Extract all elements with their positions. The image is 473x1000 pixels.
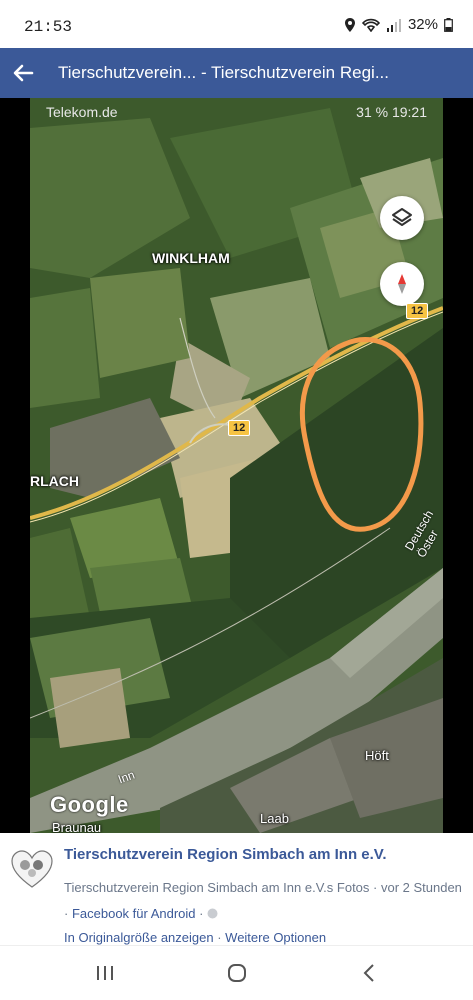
map-label-laab: Laab <box>260 811 289 826</box>
compass-icon <box>398 274 406 294</box>
globe-icon <box>207 908 218 919</box>
app-bar-title: Tierschutzverein... - Tierschutzverein R… <box>58 63 389 82</box>
map-screenshot[interactable]: Telekom.de 31 % 19:21 WINKLHAM RLACH Höf… <box>30 98 443 833</box>
battery-percent: 32% <box>407 16 438 33</box>
map-compass-button[interactable] <box>380 262 424 306</box>
page-name-link[interactable]: Tierschutzverein Region Simbach am Inn e… <box>64 846 387 863</box>
map-label-hoeft: Höft <box>365 748 389 763</box>
map-label-erlach: RLACH <box>30 473 79 489</box>
wifi-icon <box>361 18 380 32</box>
home-icon[interactable] <box>222 960 252 986</box>
status-bar: 21:53 32% <box>0 0 473 48</box>
more-options-link[interactable]: Weitere Optionen <box>225 930 326 945</box>
system-nav-bar <box>0 945 473 1000</box>
google-logo: Google <box>50 792 129 817</box>
meta-separator: · <box>195 906 208 921</box>
carrier-label: Telekom.de <box>46 104 118 120</box>
signal-icon <box>386 18 401 32</box>
back-nav-icon[interactable] <box>355 960 385 986</box>
layers-icon <box>392 208 412 226</box>
view-full-size-link[interactable]: In Originalgröße anzeigen <box>64 930 214 945</box>
road-badge-12-north: 12 <box>406 303 429 319</box>
options-separator: · <box>213 930 226 945</box>
album-link[interactable]: Tierschutzverein Region Simbach am Inn e… <box>64 880 369 895</box>
photo-caption: Tierschutzverein Region Simbach am Inn e… <box>0 833 473 945</box>
map-label-braunau: Braunau <box>52 820 102 833</box>
page-avatar[interactable] <box>10 849 54 889</box>
screenshot-status-right: 31 % 19:21 <box>356 104 427 120</box>
recent-apps-icon[interactable] <box>90 960 120 986</box>
back-arrow-icon[interactable] <box>10 60 36 86</box>
location-icon <box>344 17 355 32</box>
app-bar: Tierschutzverein... - Tierschutzverein R… <box>0 48 473 98</box>
photo-viewer[interactable]: Telekom.de 31 % 19:21 WINKLHAM RLACH Höf… <box>0 98 473 833</box>
road-badge-12-center: 12 <box>228 420 251 436</box>
photo-meta: Tierschutzverein Region Simbach am Inn e… <box>64 875 464 927</box>
photo-options: In Originalgröße anzeigen · Weitere Opti… <box>64 930 326 945</box>
status-time: 21:53 <box>24 18 73 36</box>
map-layers-button[interactable] <box>380 196 424 240</box>
battery-icon <box>444 17 453 32</box>
app-link[interactable]: Facebook für Android <box>72 906 196 921</box>
status-icons: 32% <box>344 16 453 33</box>
map-label-winklham: WINKLHAM <box>152 250 230 266</box>
screenshot-status-bar: Telekom.de 31 % 19:21 <box>30 98 443 124</box>
